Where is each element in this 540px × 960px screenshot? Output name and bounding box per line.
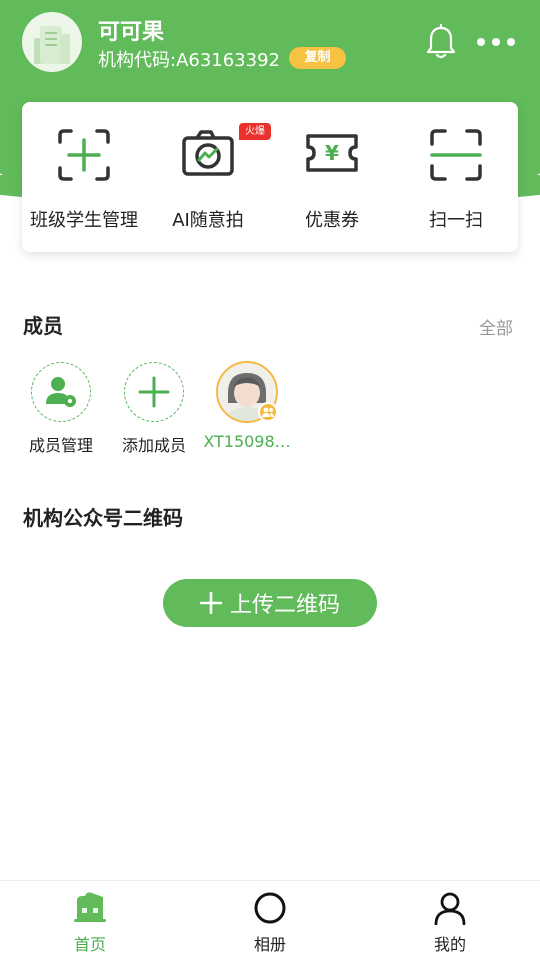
member-item[interactable]: XT15098… xyxy=(202,361,292,462)
quick-action-label: 扫一扫 xyxy=(429,210,483,231)
tab-album[interactable]: 相册 xyxy=(180,881,360,960)
member-label: 添加成员 xyxy=(121,436,186,455)
quick-action-label: 优惠券 xyxy=(305,210,359,231)
home-icon xyxy=(74,892,106,922)
tab-home[interactable]: 首页 xyxy=(0,881,180,960)
scan-icon xyxy=(430,129,482,181)
quick-action-scan[interactable]: 扫一扫 xyxy=(394,102,518,252)
members-title: 成员 xyxy=(23,314,63,338)
see-all-members-link[interactable]: 全部 xyxy=(479,314,513,339)
camera-icon xyxy=(182,130,234,176)
quick-action-label: AI随意拍 xyxy=(172,210,244,231)
group-badge-icon xyxy=(258,402,278,422)
quick-action-class-management[interactable]: 班级学生管理 xyxy=(22,102,146,252)
coupon-icon: ¥ xyxy=(306,134,358,172)
tab-label: 我的 xyxy=(433,935,466,954)
org-code: 机构代码:A63163392 xyxy=(98,50,280,71)
class-frame-icon xyxy=(58,129,110,181)
bottom-tab-bar: 首页 相册 我的 xyxy=(0,880,540,960)
plus-icon xyxy=(199,592,222,614)
svg-text:¥: ¥ xyxy=(325,141,339,165)
quick-actions-card: 班级学生管理 火爆 AI随意拍 ¥ 优惠券 扫一扫 xyxy=(22,102,518,252)
tab-label: 相册 xyxy=(253,935,286,954)
more-icon[interactable] xyxy=(477,36,515,48)
tab-label: 首页 xyxy=(73,935,106,954)
member-manage-icon xyxy=(31,362,91,422)
quick-action-coupon[interactable]: ¥ 优惠券 xyxy=(270,102,394,252)
album-icon xyxy=(254,892,286,924)
quick-action-ai-camera[interactable]: 火爆 AI随意拍 xyxy=(146,102,271,252)
member-label: 成员管理 xyxy=(28,436,93,455)
bell-icon[interactable] xyxy=(425,23,457,60)
quick-action-label: 班级学生管理 xyxy=(30,210,138,231)
tab-profile[interactable]: 我的 xyxy=(360,881,540,960)
add-member-button[interactable]: 添加成员 xyxy=(109,362,199,462)
upload-qrcode-label: 上传二维码 xyxy=(229,593,340,618)
plus-icon xyxy=(124,362,184,422)
member-label: XT15098… xyxy=(203,432,291,451)
upload-qrcode-button[interactable]: 上传二维码 xyxy=(163,579,377,627)
hot-badge: 火爆 xyxy=(239,123,271,140)
copy-button[interactable]: 复制 xyxy=(289,47,346,69)
qrcode-title: 机构公众号二维码 xyxy=(23,506,183,530)
org-name: 可可果 xyxy=(98,20,165,45)
profile-icon xyxy=(434,892,466,925)
member-manage-button[interactable]: 成员管理 xyxy=(16,362,106,462)
org-avatar[interactable] xyxy=(22,12,82,72)
